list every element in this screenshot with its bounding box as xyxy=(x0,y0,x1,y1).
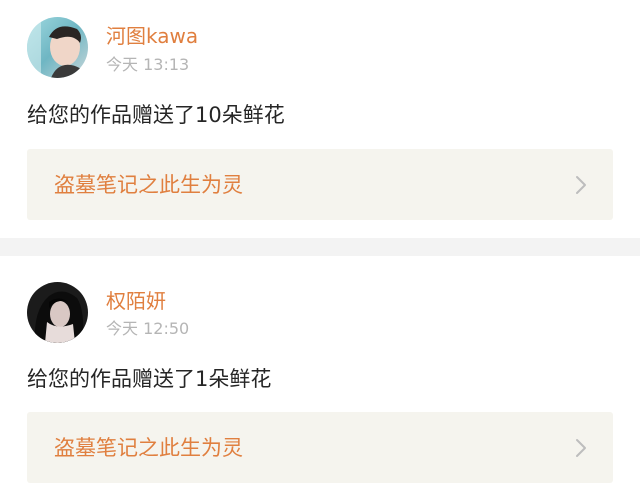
chevron-right-icon xyxy=(576,439,586,457)
notification-item: 河图kawa 今天 13:13 给您的作品赠送了10朵鲜花 盗墓笔记之此生为灵 xyxy=(0,0,640,238)
avatar-photo-icon xyxy=(27,17,88,78)
work-title: 盗墓笔记之此生为灵 xyxy=(54,436,243,460)
work-title: 盗墓笔记之此生为灵 xyxy=(54,173,243,197)
notification-message: 给您的作品赠送了10朵鲜花 xyxy=(27,103,285,127)
timestamp: 今天 12:50 xyxy=(106,319,190,338)
notification-item: 权陌妍 今天 12:50 给您的作品赠送了1朵鲜花 盗墓笔记之此生为灵 xyxy=(0,256,640,494)
chevron-right-icon xyxy=(576,176,586,194)
timestamp: 今天 13:13 xyxy=(106,55,190,74)
section-divider xyxy=(0,238,640,256)
avatar-photo-icon xyxy=(27,282,88,343)
notification-list: 河图kawa 今天 13:13 给您的作品赠送了10朵鲜花 盗墓笔记之此生为灵 … xyxy=(0,0,640,494)
notification-message: 给您的作品赠送了1朵鲜花 xyxy=(27,367,272,391)
user-avatar[interactable] xyxy=(27,17,88,78)
work-link-card[interactable]: 盗墓笔记之此生为灵 xyxy=(27,149,613,220)
user-avatar[interactable] xyxy=(27,282,88,343)
work-link-card[interactable]: 盗墓笔记之此生为灵 xyxy=(27,412,613,483)
username[interactable]: 河图kawa xyxy=(106,24,198,48)
username[interactable]: 权陌妍 xyxy=(106,289,166,313)
